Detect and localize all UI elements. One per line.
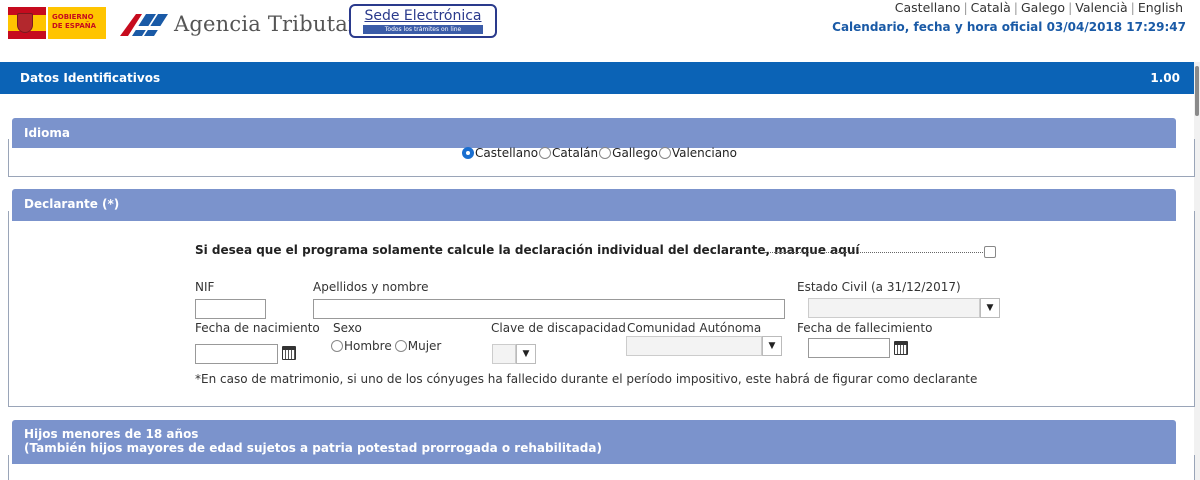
chevron-down-icon[interactable]: ▼ — [516, 344, 536, 364]
datos-identificativos-bar: Datos Identificativos 1.00 — [0, 62, 1198, 94]
datos-bar-label: Datos Identificativos — [20, 71, 161, 85]
aeat-logo-icon[interactable] — [118, 8, 170, 38]
radio-option-castellano[interactable]: Castellano — [462, 146, 538, 160]
nif-label: NIF — [195, 280, 215, 294]
radio-option-gallego[interactable]: Gallego — [599, 146, 658, 160]
calendar-link[interactable]: Calendario, fecha y hora oficial 03/04/2… — [832, 20, 1186, 34]
apellidos-label: Apellidos y nombre — [313, 280, 429, 294]
dotted-leader — [765, 252, 983, 253]
discapacidad-label: Clave de discapacidad — [491, 321, 626, 335]
radio-mujer[interactable] — [394, 340, 407, 352]
lang-castellano[interactable]: Castellano — [892, 0, 964, 15]
spain-flag-icon — [8, 7, 46, 39]
comunidad-label: Comunidad Autónoma — [627, 321, 762, 335]
lang-catala[interactable]: Català — [968, 0, 1014, 15]
radio-option-catalan[interactable]: Catalán — [539, 146, 598, 160]
lang-english[interactable]: English — [1135, 0, 1186, 15]
idioma-radio-group: Castellano Catalán Gallego Valenciano — [462, 146, 738, 160]
individual-declaration-text: Si desea que el programa solamente calcu… — [195, 243, 860, 257]
gobierno-text: GOBIERNO DE ESPAÑA — [48, 7, 106, 39]
individual-declaration-checkbox[interactable] — [984, 246, 996, 258]
matrimonio-note: *En caso de matrimonio, si uno de los có… — [195, 372, 978, 386]
sexo-label: Sexo — [333, 321, 362, 335]
comunidad-select[interactable] — [626, 336, 762, 356]
fecha-nacimiento-label: Fecha de nacimiento — [195, 321, 320, 335]
chevron-down-icon[interactable]: ▼ — [980, 298, 1000, 318]
sede-electronica-logo[interactable]: Sede Electrónica Todos los trámites on l… — [349, 4, 497, 38]
sede-main-text: Sede Electrónica — [364, 8, 482, 24]
apellidos-input[interactable] — [313, 299, 785, 319]
individual-declaration-row: Si desea que el programa solamente calcu… — [195, 243, 995, 259]
lang-galego[interactable]: Galego — [1018, 0, 1068, 15]
sexo-radio-group: Hombre Mujer — [331, 339, 442, 353]
lang-valencia[interactable]: Valencià — [1072, 0, 1130, 15]
fecha-nacimiento-input[interactable] — [195, 344, 278, 364]
estado-civil-label: Estado Civil (a 31/12/2017) — [797, 280, 961, 294]
calendar-icon[interactable] — [894, 341, 908, 355]
chevron-down-icon[interactable]: ▼ — [762, 336, 782, 356]
declarante-header: Declarante (*) — [12, 189, 1176, 221]
discapacidad-select[interactable] — [492, 344, 516, 364]
language-menu: Castellano | Català | Galego | Valencià | Englis… — [892, 0, 1186, 15]
radio-gallego[interactable] — [599, 147, 612, 159]
radio-catalan[interactable] — [539, 147, 552, 159]
radio-option-mujer[interactable]: Mujer — [394, 339, 441, 353]
idioma-header: Idioma — [12, 118, 1176, 148]
gobierno-logo[interactable]: GOBIERNO DE ESPAÑA — [8, 6, 108, 40]
radio-valenciano[interactable] — [658, 147, 671, 159]
version-label: 1.00 — [1150, 71, 1180, 85]
fecha-fallecimiento-input[interactable] — [808, 338, 890, 358]
sede-sub-text: Todos los trámites on line — [363, 25, 483, 34]
nif-input[interactable] — [195, 299, 266, 319]
fecha-fallecimiento-label: Fecha de fallecimiento — [797, 321, 933, 335]
radio-hombre[interactable] — [331, 340, 343, 352]
radio-option-hombre[interactable]: Hombre — [331, 339, 392, 353]
hijos-header: Hijos menores de 18 años (También hijos … — [12, 420, 1176, 464]
calendar-icon[interactable] — [282, 346, 296, 360]
hijos-title: Hijos menores de 18 años — [24, 427, 199, 441]
estado-civil-select[interactable] — [808, 298, 980, 318]
hijos-subtitle: (También hijos mayores de edad sujetos a… — [24, 441, 602, 455]
agency-title[interactable]: Agencia Tributaria — [174, 12, 378, 36]
page-header: GOBIERNO DE ESPAÑA Agencia Tributaria Se… — [0, 0, 1200, 50]
radio-castellano[interactable] — [462, 147, 474, 159]
radio-option-valenciano[interactable]: Valenciano — [658, 146, 737, 160]
scrollbar-thumb[interactable] — [1195, 66, 1199, 116]
